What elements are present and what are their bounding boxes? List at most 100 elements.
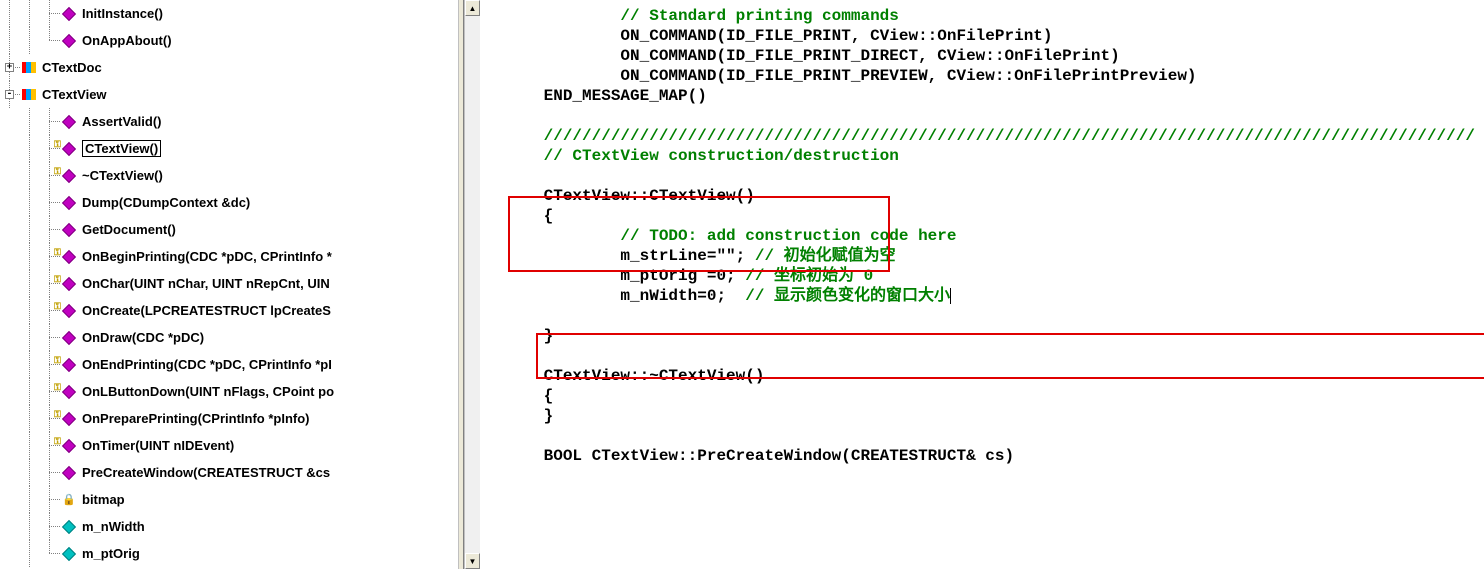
code-comment: // CTextView construction/destruction [544, 147, 899, 165]
code-text: ON_COMMAND(ID_FILE_PRINT_PREVIEW, CView:… [620, 67, 1196, 85]
code-line[interactable]: // Standard printing commands [486, 6, 1484, 26]
code-line[interactable]: { [486, 206, 1484, 226]
method-icon [60, 222, 78, 238]
tree-item-label: ~CTextView() [82, 168, 163, 183]
tree-item-method[interactable]: GetDocument() [0, 216, 458, 243]
code-text: ON_COMMAND(ID_FILE_PRINT, CView::OnFileP… [620, 27, 1052, 45]
code-line[interactable]: CTextView::~CTextView() [486, 366, 1484, 386]
code-comment: // 坐标初始为 0 [745, 267, 873, 285]
tree-item-class[interactable]: - CTextView [0, 81, 458, 108]
protected-key-icon: ⚿ [54, 409, 61, 420]
tree-item-label: AssertValid() [82, 114, 161, 129]
tree-item-method[interactable]: ⚿ CTextView() [0, 135, 458, 162]
tree-item-method[interactable]: ⚿ OnEndPrinting(CDC *pDC, CPrintInfo *pI [0, 351, 458, 378]
tree-item-member[interactable]: m_ptOrig [0, 540, 458, 567]
protected-key-icon: ⚿ [54, 166, 61, 177]
protected-key-icon: ⚿ [54, 247, 61, 258]
collapse-icon[interactable]: - [5, 90, 14, 99]
tree-item-method[interactable]: OnAppAbout() [0, 27, 458, 54]
tree-item-method[interactable]: ⚿ OnTimer(UINT nIDEvent) [0, 432, 458, 459]
code-line[interactable]: ON_COMMAND(ID_FILE_PRINT_PREVIEW, CView:… [486, 66, 1484, 86]
tree-item-label: OnCreate(LPCREATESTRUCT lpCreateS [82, 303, 331, 318]
member-icon [60, 546, 78, 562]
scroll-up-button[interactable]: ▲ [465, 0, 480, 16]
scroll-track[interactable] [465, 16, 480, 553]
class-icon [20, 60, 38, 76]
tree-item-member[interactable]: 🔒bitmap [0, 486, 458, 513]
protected-key-icon: ⚿ [54, 382, 61, 393]
protected-key-icon: ⚿ [54, 355, 61, 366]
code-text: m_nWidth=0; [620, 287, 745, 305]
method-icon [60, 33, 78, 49]
text-cursor [950, 288, 951, 304]
tree-item-label: Dump(CDumpContext &dc) [82, 195, 250, 210]
protected-key-icon: ⚿ [54, 274, 61, 285]
method-icon [60, 465, 78, 481]
code-line[interactable]: // CTextView construction/destruction [486, 146, 1484, 166]
method-icon: ⚿ [60, 168, 78, 184]
method-icon: ⚿ [60, 249, 78, 265]
protected-key-icon: ⚿ [54, 436, 61, 447]
tree-item-method[interactable]: ⚿ OnPreparePrinting(CPrintInfo *pInfo) [0, 405, 458, 432]
protected-key-icon: ⚿ [54, 139, 61, 150]
protected-key-icon: ⚿ [54, 301, 61, 312]
code-line[interactable]: ////////////////////////////////////////… [486, 126, 1484, 146]
tree-item-method[interactable]: ⚿ OnBeginPrinting(CDC *pDC, CPrintInfo * [0, 243, 458, 270]
tree-item-label: PreCreateWindow(CREATESTRUCT &cs [82, 465, 330, 480]
tree-item-label: OnBeginPrinting(CDC *pDC, CPrintInfo * [82, 249, 332, 264]
tree-item-method[interactable]: AssertValid() [0, 108, 458, 135]
method-icon: ⚿ [60, 438, 78, 454]
tree-item-label: OnTimer(UINT nIDEvent) [82, 438, 234, 453]
code-line[interactable]: } [486, 406, 1484, 426]
tree-item-label: InitInstance() [82, 6, 163, 21]
code-line[interactable]: // TODO: add construction code here [486, 226, 1484, 246]
code-comment: // 初始化赋值为空 [755, 247, 896, 265]
code-line[interactable]: ON_COMMAND(ID_FILE_PRINT, CView::OnFileP… [486, 26, 1484, 46]
code-line[interactable]: { [486, 386, 1484, 406]
code-line[interactable]: } [486, 326, 1484, 346]
tree-item-label: OnChar(UINT nChar, UINT nRepCnt, UIN [82, 276, 330, 291]
code-editor[interactable]: // Standard printing commands ON_COMMAND… [480, 0, 1484, 569]
code-line[interactable] [486, 346, 1484, 366]
tree-item-method[interactable]: ⚿OnLButtonDown(UINT nFlags, CPoint po [0, 378, 458, 405]
code-text: CTextView::~CTextView() [544, 367, 765, 385]
tree-item-member[interactable]: m_nWidth [0, 513, 458, 540]
tree-item-method[interactable]: ⚿ OnCreate(LPCREATESTRUCT lpCreateS [0, 297, 458, 324]
code-line[interactable]: m_nWidth=0; // 显示颜色变化的窗口大小 [486, 286, 1484, 306]
code-line[interactable] [486, 426, 1484, 446]
class-icon [20, 87, 38, 103]
code-text: BOOL CTextView::PreCreateWindow(CREATEST… [544, 447, 1014, 465]
tree-item-method[interactable]: OnDraw(CDC *pDC) [0, 324, 458, 351]
tree-item-method[interactable]: Dump(CDumpContext &dc) [0, 189, 458, 216]
tree-item-class[interactable]: +CTextDoc [0, 54, 458, 81]
tree-item-label: CTextView() [82, 140, 161, 157]
method-icon: ⚿ [60, 384, 78, 400]
code-comment: ////////////////////////////////////////… [544, 127, 1475, 145]
code-line[interactable] [486, 106, 1484, 126]
code-line[interactable]: m_ptOrig =0; // 坐标初始为 0 [486, 266, 1484, 286]
tree-item-method[interactable]: PreCreateWindow(CREATESTRUCT &cs [0, 459, 458, 486]
expand-icon[interactable]: + [5, 63, 14, 72]
tree-item-label: OnEndPrinting(CDC *pDC, CPrintInfo *pI [82, 357, 332, 372]
scroll-down-button[interactable]: ▼ [465, 553, 480, 569]
code-text: CTextView::CTextView() [544, 187, 755, 205]
tree-item-label: CTextView [42, 87, 107, 102]
tree-item-label: OnDraw(CDC *pDC) [82, 330, 204, 345]
code-line[interactable]: CTextView::CTextView() [486, 186, 1484, 206]
code-line[interactable]: ON_COMMAND(ID_FILE_PRINT_DIRECT, CView::… [486, 46, 1484, 66]
tree-item-method[interactable]: ⚿ ~CTextView() [0, 162, 458, 189]
tree-item-label: OnPreparePrinting(CPrintInfo *pInfo) [82, 411, 310, 426]
code-line[interactable]: END_MESSAGE_MAP() [486, 86, 1484, 106]
tree-item-label: bitmap [82, 492, 125, 507]
code-text: { [544, 387, 554, 405]
code-line[interactable] [486, 166, 1484, 186]
code-line[interactable]: BOOL CTextView::PreCreateWindow(CREATEST… [486, 446, 1484, 466]
code-text: { [544, 207, 554, 225]
method-icon [60, 114, 78, 130]
class-view-tree[interactable]: InitInstance() OnAppAbout()+CTextDoc - CTex… [0, 0, 458, 569]
tree-item-method[interactable]: InitInstance() [0, 0, 458, 27]
code-line[interactable] [486, 306, 1484, 326]
tree-item-method[interactable]: ⚿ OnChar(UINT nChar, UINT nRepCnt, UIN [0, 270, 458, 297]
code-scrollbar[interactable]: ▲ ▼ [464, 0, 480, 569]
code-line[interactable]: m_strLine=""; // 初始化赋值为空 [486, 246, 1484, 266]
